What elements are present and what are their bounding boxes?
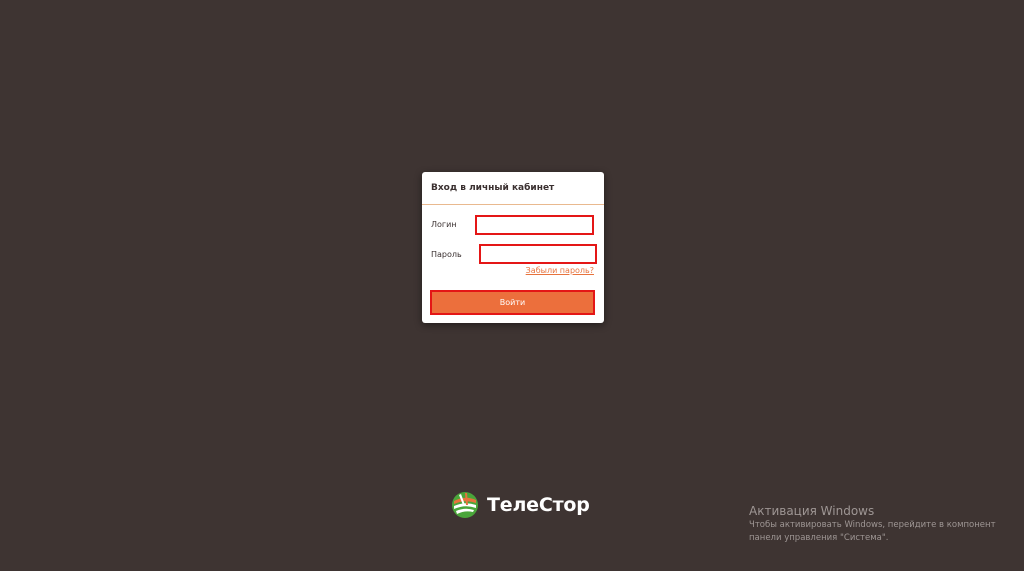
activation-line-1: Чтобы активировать Windows, перейдите в …	[749, 520, 996, 530]
windows-activation-watermark: Активация Windows Чтобы активировать Win…	[749, 503, 996, 545]
login-label: Логин	[431, 220, 457, 229]
forgot-password-link[interactable]: Забыли пароль?	[526, 266, 594, 275]
login-title: Вход в личный кабинет	[431, 183, 555, 193]
login-card-header: Вход в личный кабинет	[422, 172, 604, 205]
telestor-leaf-logo-icon	[451, 491, 479, 519]
login-card: Вход в личный кабинет Логин Пароль Забыл…	[422, 172, 604, 323]
brand-name: ТелеСтор	[487, 494, 590, 516]
activation-title: Активация Windows	[749, 504, 875, 518]
activation-line-2: панели управления "Система".	[749, 533, 889, 543]
password-label: Пароль	[431, 250, 462, 259]
login-button[interactable]: Войти	[430, 290, 595, 315]
brand-logo-block: ТелеСтор	[451, 490, 590, 520]
password-input[interactable]	[479, 244, 597, 264]
login-input[interactable]	[475, 215, 594, 235]
login-page: Вход в личный кабинет Логин Пароль Забыл…	[0, 0, 1024, 571]
